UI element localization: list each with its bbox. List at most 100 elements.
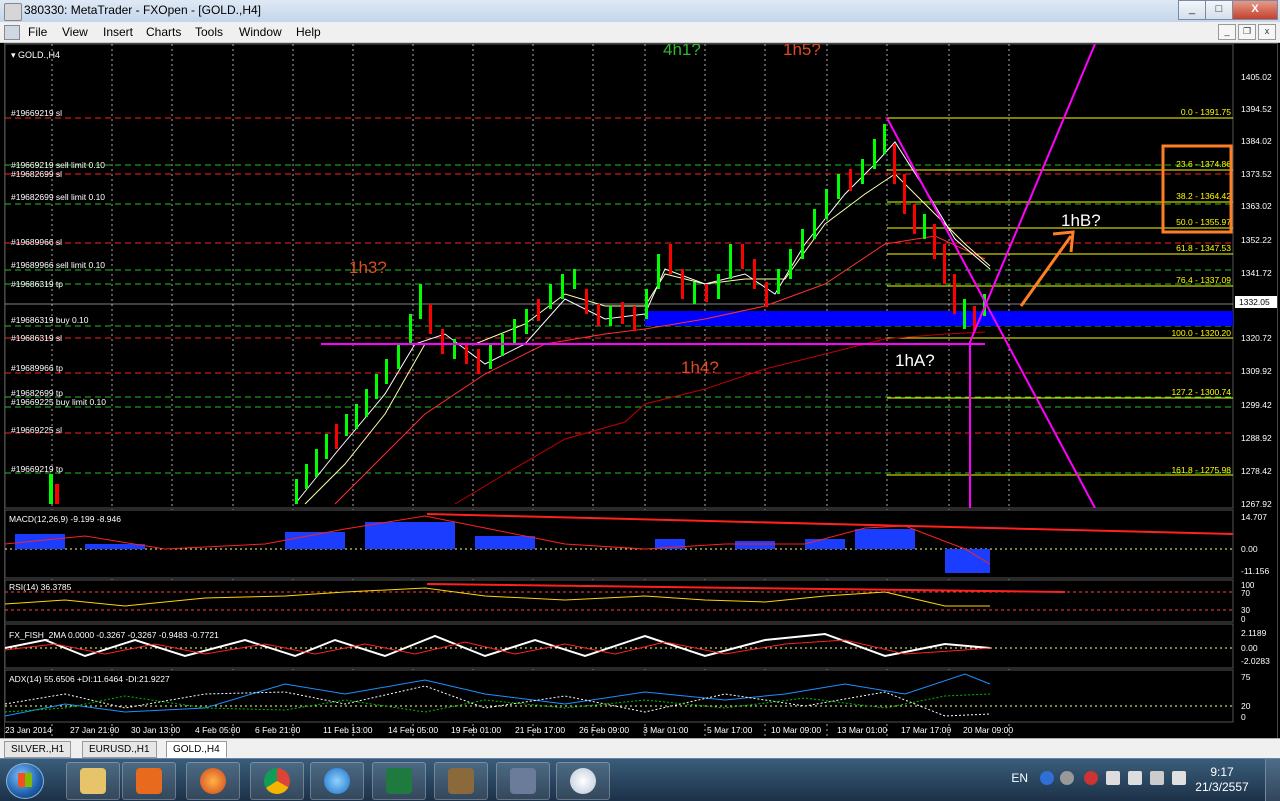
annotation-1hB: 1hB?: [1061, 211, 1101, 230]
fib-label-1618: 161.8 - 1275.98: [1171, 465, 1231, 475]
fib-label-618: 61.8 - 1347.53: [1176, 243, 1231, 253]
menu-charts[interactable]: Charts: [146, 25, 181, 39]
time-tick: 17 Mar 17:00: [901, 725, 951, 735]
order-label-13: #19669225 sl: [11, 425, 62, 435]
show-desktop-button[interactable]: [1265, 759, 1280, 801]
annotation-1h4: 1h4?: [681, 358, 719, 377]
macd-tick: -11.156: [1241, 566, 1269, 576]
menu-help[interactable]: Help: [296, 25, 321, 39]
system-tray: EN 9:17 21/3/2557: [1000, 759, 1280, 801]
macd-panel: [5, 509, 1234, 579]
price-tick: 1405.02: [1241, 72, 1272, 82]
chart-document-icon: [4, 25, 20, 40]
annotation-1hA: 1hA?: [895, 351, 935, 370]
order-label-14: #19669219 tp: [11, 464, 63, 474]
order-label-8: #19686319 buy 0.10: [11, 315, 89, 325]
time-tick: 21 Feb 17:00: [515, 725, 565, 735]
price-tick: 1341.72: [1241, 268, 1272, 278]
macd-axis: 14.707 0.00 -11.156: [1241, 512, 1269, 576]
rsi-tick: 70: [1241, 589, 1250, 598]
metatrader-icon: [510, 768, 536, 794]
maximize-button[interactable]: □: [1205, 0, 1233, 20]
app-horse-icon: [448, 768, 474, 794]
order-label-6: #19689966 sell limit 0.10: [11, 260, 105, 270]
menu-insert[interactable]: Insert: [103, 25, 133, 39]
clock-time: 9:17: [1210, 765, 1234, 779]
tray-device-icon[interactable]: [1172, 771, 1186, 785]
minimize-button[interactable]: _: [1178, 0, 1206, 20]
volume-icon[interactable]: [1150, 771, 1164, 785]
rsi-axis: 100 70 30 0: [1241, 581, 1255, 624]
window-controls: _ □ X: [1178, 0, 1278, 20]
adx-label: ADX(14) 55.6506 +DI:11.6464 -DI:21.9227: [9, 674, 170, 684]
fib-label-0: 0.0 - 1391.75: [1181, 107, 1231, 117]
fxfish-axis: 2.1189 0.00 -2.0283: [1241, 628, 1270, 666]
time-tick: 13 Mar 01:00: [837, 725, 887, 735]
time-tick: 26 Feb 09:00: [579, 725, 629, 735]
menu-view[interactable]: View: [62, 25, 88, 39]
time-tick: 20 Mar 09:00: [963, 725, 1013, 735]
fib-label-382: 38.2 - 1364.42: [1176, 191, 1231, 201]
fxfish-tick: 2.1189: [1241, 628, 1267, 638]
window-titlebar: 380330: MetaTrader - FXOpen - [GOLD.,H4]…: [0, 0, 1280, 23]
language-indicator[interactable]: EN: [1011, 771, 1028, 785]
taskbar-explorer[interactable]: [66, 762, 120, 800]
adx-tick: 0: [1241, 712, 1246, 722]
tab-silver-h1[interactable]: SILVER.,H1: [4, 741, 72, 758]
price-tick: 1384.02: [1241, 136, 1272, 146]
folder-icon: [80, 768, 106, 794]
help-icon[interactable]: [1040, 771, 1054, 785]
order-label-1: #19669219 sl: [11, 108, 62, 118]
time-tick: 23 Jan 2014: [5, 725, 52, 735]
taskbar-clock[interactable]: 9:17 21/3/2557: [1192, 765, 1252, 795]
time-tick: 6 Feb 21:00: [255, 725, 301, 735]
price-axis: 1405.02 1394.52 1384.02 1373.52 1363.02 …: [1241, 72, 1272, 509]
time-tick: 30 Jan 13:00: [131, 725, 180, 735]
paint-icon: [570, 768, 596, 794]
price-tick: 1363.02: [1241, 201, 1272, 211]
annotation-1h3: 1h3?: [349, 258, 387, 277]
menu-tools[interactable]: Tools: [195, 25, 223, 39]
fib-label-1272: 127.2 - 1300.74: [1171, 387, 1231, 397]
price-tick: 1288.92: [1241, 433, 1272, 443]
taskbar-excel[interactable]: [372, 762, 426, 800]
start-button[interactable]: [6, 763, 44, 799]
chart-restore-button[interactable]: ❐: [1238, 24, 1256, 40]
annotation-1h5: 1h5?: [783, 44, 821, 59]
tab-gold-h4[interactable]: GOLD.,H4: [166, 741, 227, 758]
fib-label-764: 76.4 - 1337.09: [1176, 275, 1231, 285]
time-tick: 5 Mar 17:00: [707, 725, 753, 735]
macd-tick: 14.707: [1241, 512, 1267, 522]
menu-window[interactable]: Window: [239, 25, 282, 39]
chart-close-button[interactable]: x: [1258, 24, 1276, 40]
excel-icon: [386, 768, 412, 794]
taskbar-internet-explorer[interactable]: [310, 762, 364, 800]
menu-file[interactable]: File: [28, 25, 47, 39]
taskbar-app-horse[interactable]: [434, 762, 488, 800]
time-tick: 3 Mar 01:00: [643, 725, 689, 735]
current-price: 1332.05: [1239, 297, 1270, 307]
time-tick: 10 Mar 09:00: [771, 725, 821, 735]
price-tick: 1267.92: [1241, 499, 1272, 509]
taskbar-firefox[interactable]: [186, 762, 240, 800]
tray-flag-icon[interactable]: [1128, 771, 1142, 785]
taskbar-metatrader[interactable]: [496, 762, 550, 800]
time-tick: 27 Jan 21:00: [70, 725, 119, 735]
tab-eurusd-h1[interactable]: EURUSD.,H1: [82, 741, 157, 758]
chart-minimize-button[interactable]: _: [1218, 24, 1236, 40]
taskbar-chrome[interactable]: [250, 762, 304, 800]
menu-bar: File View Insert Charts Tools Window Hel…: [0, 22, 1280, 43]
tray-alert-icon[interactable]: [1084, 771, 1098, 785]
price-chart[interactable]: #19669219 sl #19669219 sell limit 0.10 #…: [4, 43, 1278, 739]
time-tick: 19 Feb 01:00: [451, 725, 501, 735]
fib-label-236: 23.6 - 1374.86: [1176, 159, 1231, 169]
rsi-tick: 30: [1241, 606, 1250, 615]
tray-tools-icon[interactable]: [1060, 771, 1074, 785]
fib-label-500: 50.0 - 1355.97: [1176, 217, 1231, 227]
close-button[interactable]: X: [1232, 0, 1278, 20]
price-tick: 1352.22: [1241, 235, 1272, 245]
network-icon[interactable]: [1106, 771, 1120, 785]
taskbar-media-player[interactable]: [122, 762, 176, 800]
clock-date: 21/3/2557: [1195, 780, 1249, 794]
taskbar-paint[interactable]: [556, 762, 610, 800]
